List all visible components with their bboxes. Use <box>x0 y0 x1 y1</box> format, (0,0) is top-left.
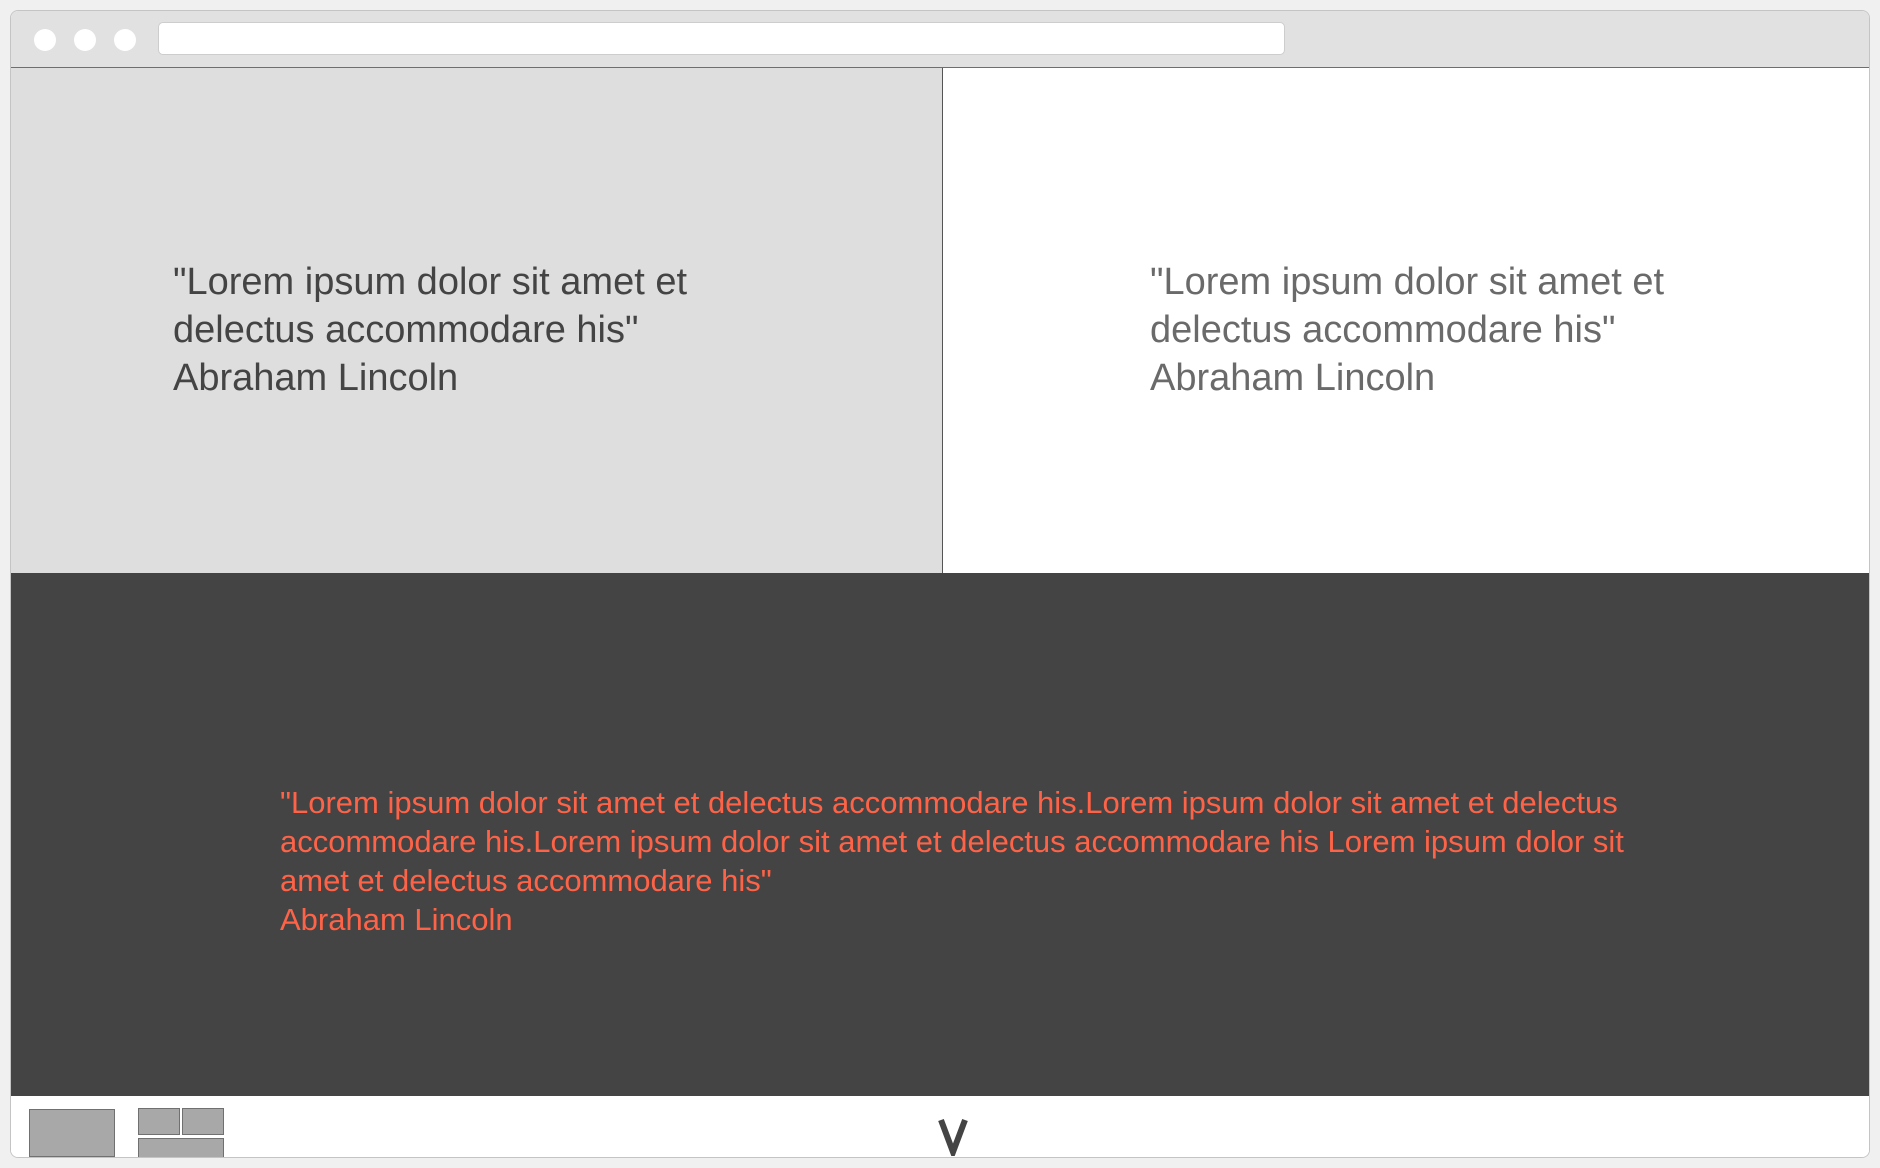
quote-block: "Lorem ipsum dolor sit amet et delectus … <box>173 258 687 402</box>
browser-window: "Lorem ipsum dolor sit amet et delectus … <box>10 10 1870 1158</box>
layout-toolbar <box>11 1096 1869 1157</box>
quote-text: "Lorem ipsum dolor sit amet et <box>1150 261 1665 303</box>
quote-author: Abraham Lincoln <box>1150 357 1436 399</box>
address-bar[interactable] <box>158 22 1285 55</box>
featured-quote-author: Abraham Lincoln <box>280 902 513 937</box>
quote-panel-right: "Lorem ipsum dolor sit amet et delectus … <box>943 68 1869 573</box>
layout-cell <box>138 1138 224 1157</box>
single-layout-icon[interactable] <box>29 1109 115 1157</box>
maximize-dot-icon[interactable] <box>114 29 136 51</box>
browser-titlebar <box>11 11 1869 68</box>
layout-cell <box>138 1108 180 1135</box>
layout-cell <box>182 1108 224 1135</box>
featured-quote-block: "Lorem ipsum dolor sit amet et delectus … <box>280 783 1680 939</box>
quote-panel-left: "Lorem ipsum dolor sit amet et delectus … <box>11 68 943 573</box>
quote-panel-featured: "Lorem ipsum dolor sit amet et delectus … <box>11 573 1869 1096</box>
chevron-down-icon[interactable] <box>933 1116 973 1156</box>
featured-quote-text: "Lorem ipsum dolor sit amet et delectus … <box>280 785 1624 898</box>
close-dot-icon[interactable] <box>34 29 56 51</box>
quote-text-continued: delectus accommodare his" <box>173 309 639 351</box>
quote-text-continued: delectus accommodare his" <box>1150 309 1616 351</box>
quote-block: "Lorem ipsum dolor sit amet et delectus … <box>1150 258 1664 402</box>
quote-author: Abraham Lincoln <box>173 357 459 399</box>
minimize-dot-icon[interactable] <box>74 29 96 51</box>
quote-text: "Lorem ipsum dolor sit amet et <box>173 261 688 303</box>
split-layout-icon[interactable] <box>138 1108 224 1157</box>
